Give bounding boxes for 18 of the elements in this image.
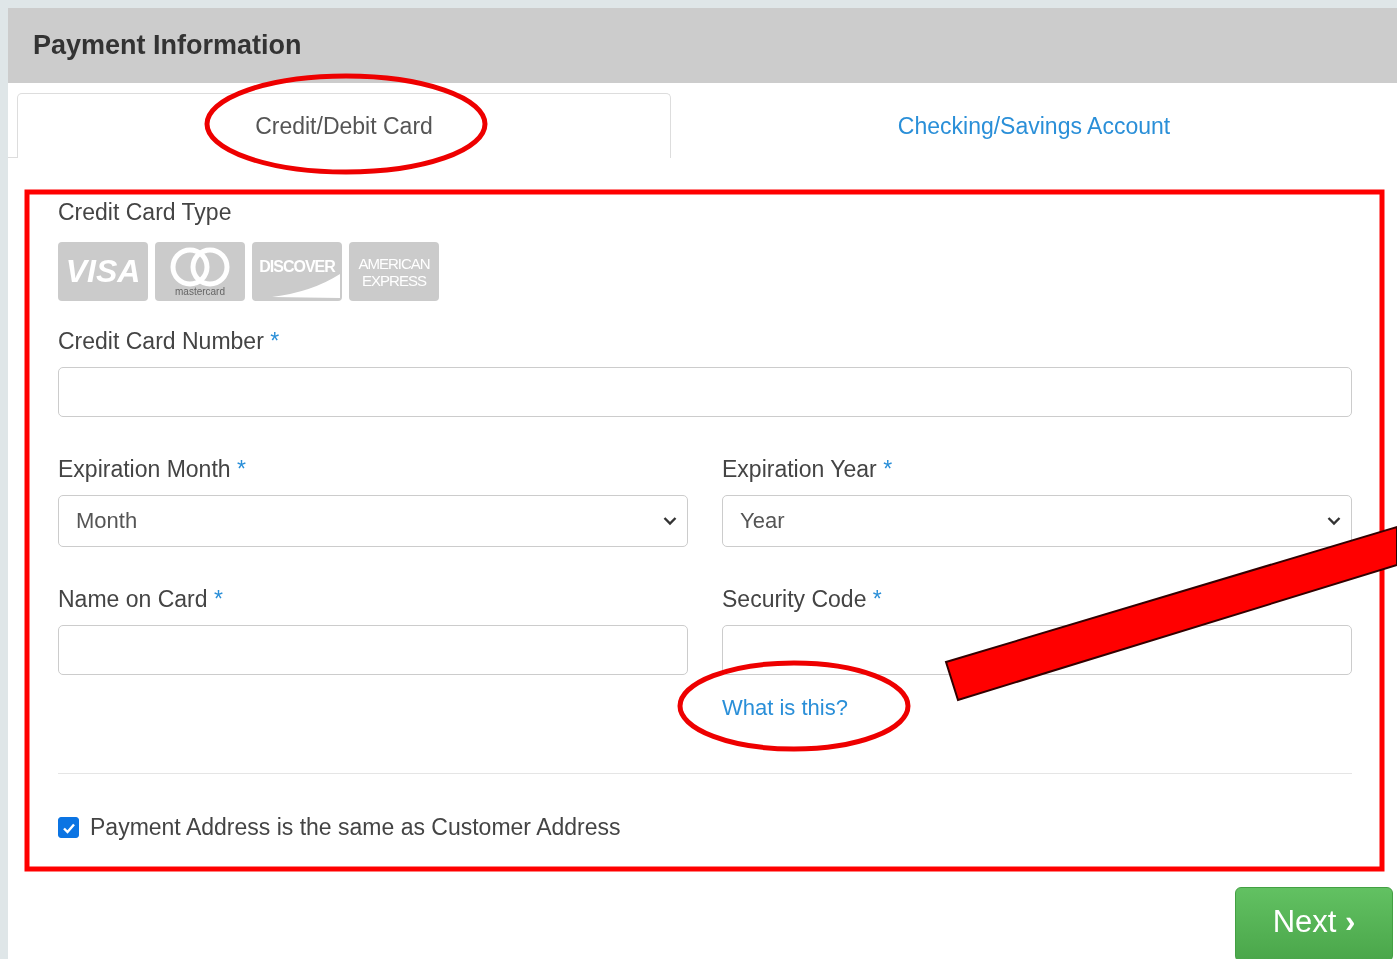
checkbox-label: Payment Address is the same as Customer Address xyxy=(90,814,621,841)
field-label: Expiration Year * xyxy=(722,455,894,483)
chevron-down-icon xyxy=(663,516,677,526)
field-label: Security Code * xyxy=(722,585,883,613)
tab[interactable]: Credit/Debit Card xyxy=(17,93,671,158)
mastercard-logo: mastercard xyxy=(155,242,245,301)
help-link[interactable]: What is this? xyxy=(722,695,848,721)
card-number-field[interactable] xyxy=(58,367,1352,417)
year-dropdown[interactable]: Year xyxy=(722,495,1352,547)
name-field[interactable] xyxy=(58,625,688,675)
checkbox[interactable] xyxy=(58,817,79,838)
month-dropdown[interactable]: Month xyxy=(58,495,688,547)
field-label: Credit Card Type xyxy=(58,198,233,226)
field-label: Name on Card * xyxy=(58,585,224,613)
panel-title: Payment Information xyxy=(33,30,302,61)
field-label: Expiration Month * xyxy=(58,455,247,483)
chevron-down-icon xyxy=(1327,516,1341,526)
field-label: Credit Card Number * xyxy=(58,327,281,355)
